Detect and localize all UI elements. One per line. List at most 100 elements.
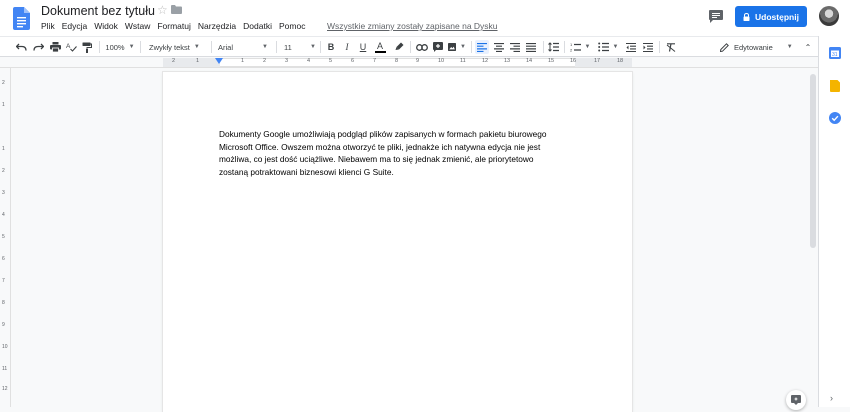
chevron-down-icon: ▼: [262, 44, 268, 50]
undo-icon[interactable]: [14, 40, 28, 54]
bulleted-list-icon[interactable]: ▼: [597, 40, 619, 54]
menu-tools[interactable]: Narzędzia: [198, 21, 236, 31]
ruler-number: 1: [196, 58, 200, 64]
ruler-number: 7: [373, 58, 377, 64]
ruler-number: 8: [2, 300, 5, 306]
text-color-icon[interactable]: A: [373, 40, 387, 54]
folder-icon[interactable]: [171, 5, 182, 14]
menu-format[interactable]: Formatuj: [157, 21, 191, 31]
toolbar-divider: [320, 41, 321, 53]
menu-help[interactable]: Pomoc: [279, 21, 305, 31]
share-label: Udostępnij: [755, 11, 799, 22]
align-right-icon[interactable]: [508, 40, 522, 54]
menu-file[interactable]: Plik: [41, 21, 55, 31]
explore-button[interactable]: [786, 390, 806, 410]
vertical-ruler[interactable]: 2 1 1 2 3 4 5 6 7 8 9 10 11 12: [0, 68, 11, 407]
numbered-list-icon[interactable]: 1 2 ▼: [569, 40, 591, 54]
align-left-icon[interactable]: [475, 40, 489, 54]
chevron-down-icon: ▼: [460, 44, 466, 50]
indent-marker[interactable]: [215, 58, 223, 64]
underline-icon[interactable]: U: [357, 40, 369, 54]
ruler-number: 8: [395, 58, 399, 64]
font-value: Arial: [218, 42, 234, 52]
redo-icon[interactable]: [31, 40, 45, 54]
link-icon[interactable]: [415, 40, 429, 54]
align-justify-icon[interactable]: [524, 40, 538, 54]
ruler-number: 1: [2, 146, 5, 152]
paint-format-icon[interactable]: [80, 40, 94, 54]
ruler-number: 2: [2, 168, 5, 174]
toolbar: A 100% ▼ Zwykły tekst ▼ Arial ▼ 11 ▼ B I U A…: [0, 36, 818, 57]
explore-icon: [791, 395, 801, 405]
chevron-down-icon: ▼: [584, 44, 591, 50]
ruler-number: 3: [2, 190, 5, 196]
menu-addons[interactable]: Dodatki: [243, 21, 272, 31]
horizontal-ruler[interactable]: 2 1 1 2 3 4 5 6 7 8 9 10 11 12 13 14 15 …: [0, 57, 818, 68]
print-icon[interactable]: [48, 40, 62, 54]
toolbar-divider: [410, 41, 411, 53]
menu-insert[interactable]: Wstaw: [125, 21, 151, 31]
document-page[interactable]: Dokumenty Google umożliwiają podgląd pli…: [163, 72, 632, 412]
collapse-toolbar-icon[interactable]: ⌃: [803, 40, 813, 54]
toolbar-divider: [99, 41, 100, 53]
align-center-icon[interactable]: [492, 40, 506, 54]
keep-icon[interactable]: [829, 80, 841, 92]
menu-edit[interactable]: Edycja: [62, 21, 88, 31]
pencil-icon: [720, 42, 729, 52]
insert-image-icon[interactable]: ▼: [448, 40, 466, 54]
zoom-select[interactable]: 100% ▼: [105, 40, 135, 54]
share-button[interactable]: Udostępnij: [735, 6, 807, 27]
paragraph-style-select[interactable]: Zwykły tekst ▼: [149, 40, 207, 54]
ruler-number: 5: [2, 234, 5, 240]
decrease-indent-icon[interactable]: [624, 40, 638, 54]
calendar-icon[interactable]: 31: [829, 47, 841, 59]
bold-icon[interactable]: B: [325, 40, 337, 54]
chevron-right-icon[interactable]: ›: [830, 393, 833, 403]
document-line: Dokumenty Google umożliwiają podgląd pli…: [219, 129, 547, 139]
toolbar-divider: [471, 41, 472, 53]
ruler-number: 10: [438, 58, 445, 64]
comment-icon[interactable]: [709, 10, 723, 23]
highlight-icon[interactable]: [393, 40, 405, 54]
document-line: możliwa, co jest dość uciążliwe. Niebawe…: [219, 154, 534, 164]
ruler-number: 2: [172, 58, 176, 64]
scrollbar-thumb[interactable]: [810, 74, 816, 248]
toolbar-divider: [211, 41, 212, 53]
add-comment-icon[interactable]: [432, 40, 444, 54]
toolbar-divider: [564, 41, 565, 53]
italic-icon[interactable]: I: [341, 40, 353, 54]
paragraph-style-value: Zwykły tekst: [149, 42, 190, 52]
avatar[interactable]: [819, 6, 839, 26]
saved-status-link[interactable]: Wszystkie zmiany zostały zapisane na Dys…: [327, 21, 498, 31]
menu-view[interactable]: Widok: [94, 21, 118, 31]
menu-bar: Plik Edycja Widok Wstaw Formatuj Narzędz…: [41, 21, 312, 31]
vertical-scrollbar[interactable]: [808, 68, 818, 407]
chevron-down-icon: ▼: [193, 44, 200, 50]
tasks-icon[interactable]: [829, 112, 841, 124]
clear-formatting-icon[interactable]: [664, 40, 678, 54]
ruler-number: 1: [2, 102, 5, 108]
ruler-number: 3: [285, 58, 289, 64]
ruler-number: 9: [416, 58, 420, 64]
ruler-number: 16: [570, 58, 577, 64]
font-size-value: 11: [284, 42, 292, 52]
ruler-number: 11: [2, 366, 8, 372]
svg-text:2: 2: [570, 48, 573, 53]
ruler-number: 1: [241, 58, 245, 64]
ruler-number: 7: [2, 278, 5, 284]
docs-logo-icon[interactable]: [13, 7, 30, 30]
ruler-number: 6: [351, 58, 355, 64]
star-icon[interactable]: ☆: [157, 3, 168, 17]
spellcheck-icon[interactable]: A: [64, 40, 78, 54]
increase-indent-icon[interactable]: [641, 40, 655, 54]
font-select[interactable]: Arial ▼: [218, 40, 270, 54]
editing-mode-select[interactable]: Edytowanie ▼: [720, 40, 794, 54]
font-size-select[interactable]: 11 ▼: [284, 40, 318, 54]
document-body[interactable]: Dokumenty Google umożliwiają podgląd pli…: [219, 128, 575, 178]
chevron-down-icon: ▼: [128, 44, 135, 50]
document-title[interactable]: Dokument bez tytułu: [41, 4, 155, 18]
ruler-right-margin: [575, 58, 632, 67]
toolbar-divider: [276, 41, 277, 53]
lock-icon: [743, 12, 750, 21]
line-spacing-icon[interactable]: [547, 40, 559, 54]
